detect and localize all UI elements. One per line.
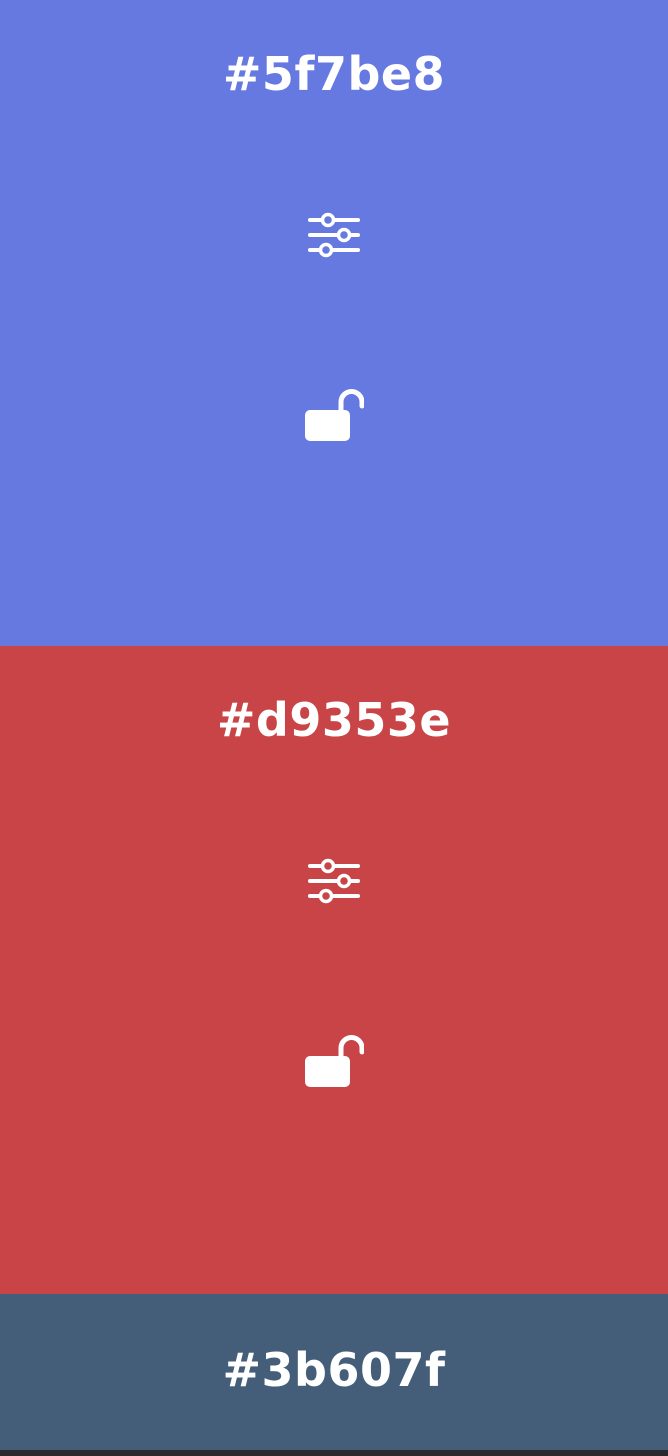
bottom-bar: [0, 1450, 668, 1456]
adjust-color-button[interactable]: [304, 205, 364, 265]
color-swatch-2[interactable]: #d9353e: [0, 646, 668, 1294]
color-swatch-3[interactable]: #3b607f: [0, 1294, 668, 1450]
color-palette: #5f7be8 #d9353e #3b607f: [0, 0, 668, 1456]
unlock-icon: [305, 1035, 364, 1087]
hex-code-label[interactable]: #5f7be8: [0, 48, 668, 100]
adjust-color-button[interactable]: [304, 851, 364, 911]
hex-code-label[interactable]: #3b607f: [0, 1344, 668, 1396]
color-swatch-1[interactable]: #5f7be8: [0, 0, 668, 646]
sliders-icon: [308, 858, 360, 904]
sliders-icon: [308, 212, 360, 258]
lock-toggle-button[interactable]: [304, 386, 364, 446]
unlock-icon: [305, 389, 364, 441]
lock-toggle-button[interactable]: [304, 1032, 364, 1092]
hex-code-label[interactable]: #d9353e: [0, 694, 668, 746]
